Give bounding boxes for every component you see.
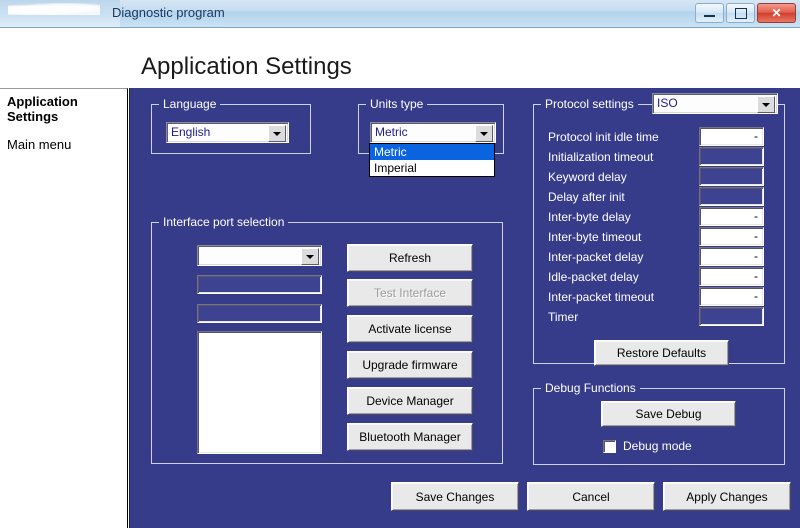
- chevron-down-icon[interactable]: [757, 96, 775, 113]
- protocol-select-value: ISO: [657, 96, 678, 110]
- protocol-init-idle-time-field[interactable]: -: [699, 127, 764, 146]
- units-type-select[interactable]: Metric: [370, 122, 496, 143]
- interface-port-selection-group: Interface port selection - Refresh Test …: [151, 215, 503, 464]
- cancel-button[interactable]: Cancel: [527, 482, 655, 511]
- sidebar-item-main-menu[interactable]: Main menu: [7, 137, 71, 152]
- field-value: -: [754, 209, 758, 223]
- field-value: -: [754, 249, 758, 263]
- timer-field: [699, 307, 764, 326]
- protocol-row-label: Initialization timeout: [548, 150, 654, 164]
- debug-mode-checkbox-row[interactable]: Debug mode: [603, 439, 692, 453]
- protocol-row-label: Inter-byte delay: [548, 210, 631, 224]
- restore-defaults-button[interactable]: Restore Defaults: [594, 340, 729, 366]
- field-value: -: [754, 269, 758, 283]
- idle-packet-delay-field[interactable]: -: [699, 267, 764, 286]
- close-button[interactable]: ✕: [757, 3, 796, 23]
- chevron-down-icon[interactable]: [475, 125, 493, 142]
- port-select[interactable]: [197, 245, 322, 266]
- bluetooth-manager-button[interactable]: Bluetooth Manager: [347, 423, 473, 451]
- debug-functions-group: Debug Functions Save Debug Debug mode: [533, 381, 785, 465]
- port-list-box[interactable]: [197, 331, 322, 454]
- main-panel: Language English Units type Metric Metri…: [129, 88, 800, 528]
- device-manager-button[interactable]: Device Manager: [347, 387, 473, 415]
- page-title: Application Settings: [141, 53, 352, 80]
- test-interface-button: Test Interface: [347, 279, 473, 307]
- header-band: [0, 28, 800, 88]
- inter-byte-timeout-field[interactable]: -: [699, 227, 764, 246]
- window-controls: ✕: [695, 3, 796, 23]
- port-info-field-2-value: -: [257, 306, 262, 320]
- aero-cloud-decoration: [8, 3, 100, 15]
- protocol-group-legend: Protocol settings: [541, 97, 638, 111]
- minimize-button[interactable]: [695, 3, 724, 23]
- units-type-dropdown-list[interactable]: Metric Imperial: [369, 143, 495, 177]
- upgrade-firmware-button[interactable]: Upgrade firmware: [347, 351, 473, 379]
- inter-packet-timeout-field[interactable]: -: [699, 287, 764, 306]
- chevron-down-icon[interactable]: [268, 125, 286, 142]
- chevron-down-icon[interactable]: [301, 248, 319, 265]
- protocol-row-label: Inter-packet delay: [548, 250, 644, 264]
- language-select-value: English: [171, 125, 211, 139]
- dropdown-option-metric[interactable]: Metric: [370, 144, 494, 160]
- field-value: -: [754, 129, 758, 143]
- field-value: -: [754, 289, 758, 303]
- initialization-timeout-field: [699, 147, 764, 166]
- save-changes-button[interactable]: Save Changes: [391, 482, 519, 511]
- inter-byte-delay-field[interactable]: -: [699, 207, 764, 226]
- language-select[interactable]: English: [166, 122, 289, 143]
- refresh-button[interactable]: Refresh: [347, 244, 473, 272]
- port-info-field-2: -: [197, 304, 322, 323]
- window-title: Diagnostic program: [112, 5, 225, 20]
- interface-group-legend: Interface port selection: [159, 215, 289, 229]
- inter-packet-delay-field[interactable]: -: [699, 247, 764, 266]
- protocol-row-label: Delay after init: [548, 190, 625, 204]
- maximize-button[interactable]: [726, 3, 755, 23]
- port-info-field-1: [197, 275, 322, 294]
- language-group-legend: Language: [159, 97, 221, 111]
- protocol-row-label: Inter-byte timeout: [548, 230, 642, 244]
- keyword-delay-field: [699, 167, 764, 186]
- field-value: -: [754, 229, 758, 243]
- minimize-icon: [704, 15, 715, 17]
- delay-after-init-field: [699, 187, 764, 206]
- dropdown-option-imperial[interactable]: Imperial: [370, 160, 494, 176]
- protocol-row-label: Idle-packet delay: [548, 270, 639, 284]
- sidebar-heading: Application Settings: [7, 94, 78, 124]
- maximize-icon: [734, 7, 747, 19]
- save-debug-button[interactable]: Save Debug: [601, 401, 736, 427]
- apply-changes-button[interactable]: Apply Changes: [663, 482, 791, 511]
- debug-mode-checkbox[interactable]: [603, 439, 616, 453]
- activate-license-button[interactable]: Activate license: [347, 315, 473, 343]
- sidebar: Application Settings Main menu: [0, 88, 128, 528]
- units-type-group-legend: Units type: [366, 97, 428, 111]
- protocol-row-label: Protocol init idle time: [548, 130, 659, 144]
- protocol-row-label: Timer: [548, 310, 579, 324]
- debug-mode-label: Debug mode: [623, 439, 692, 453]
- protocol-settings-group: Protocol settings ISO Protocol init idle…: [533, 93, 785, 366]
- debug-group-legend: Debug Functions: [541, 381, 640, 395]
- protocol-row-label: Inter-packet timeout: [548, 290, 655, 304]
- language-group: Language English: [151, 97, 311, 154]
- protocol-row-label: Keyword delay: [548, 170, 627, 184]
- units-type-select-value: Metric: [375, 125, 408, 139]
- application-window: Diagnostic program ✕ Application Setting…: [0, 0, 800, 528]
- protocol-select[interactable]: ISO: [652, 93, 778, 114]
- title-bar: Diagnostic program ✕: [0, 0, 800, 28]
